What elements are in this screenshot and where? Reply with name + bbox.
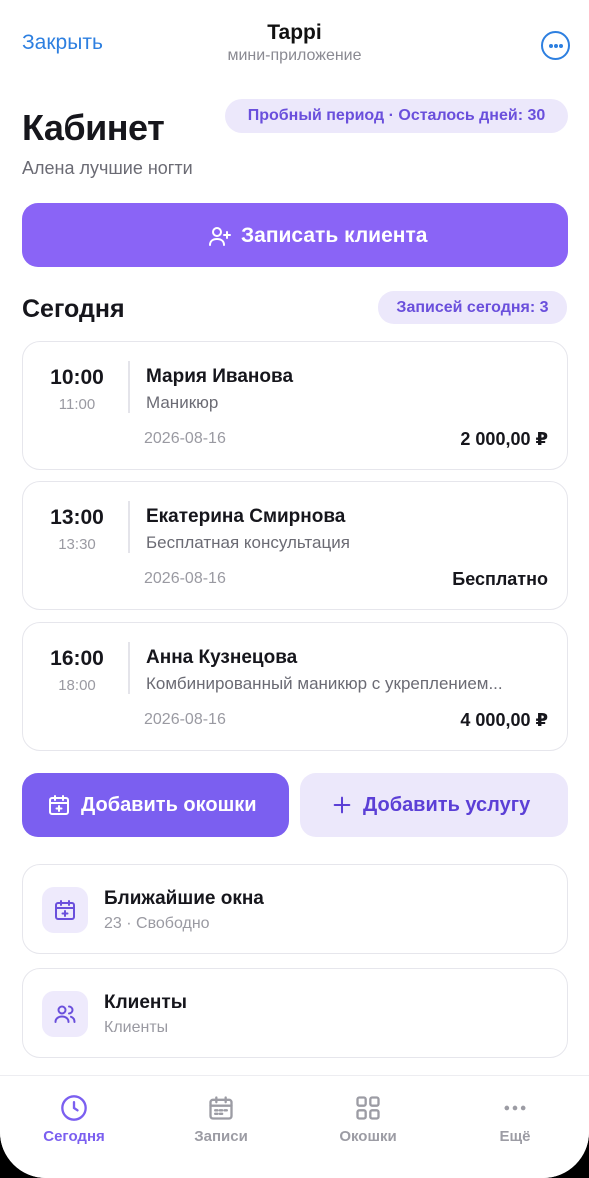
add-slots-label: Добавить окошки [81, 794, 257, 816]
add-slots-button[interactable]: Добавить окошки [22, 773, 289, 837]
tab-label: Ещё [499, 1128, 531, 1145]
section-title-today: Сегодня [22, 295, 125, 323]
user-plus-icon [209, 227, 231, 246]
client-name: Мария Иванова [146, 366, 294, 387]
grid-icon [356, 1096, 380, 1120]
appointment-card[interactable]: 10:00 11:00 Мария Иванова Маникюр 2026-0… [22, 341, 568, 470]
tab-more[interactable]: Ещё [441, 1076, 589, 1166]
users-icon [54, 1005, 76, 1023]
divider [128, 501, 130, 553]
service-name: Бесплатная консультация [146, 533, 350, 552]
appointment-date: 2026-08-16 [144, 430, 226, 447]
service-name: Маникюр [146, 393, 219, 412]
nearest-slots-card[interactable]: Ближайшие окна 23 · Свободно [22, 864, 568, 954]
tab-bar: Сегодня Записи Окошки Ещё [0, 1075, 589, 1178]
appointment-price: 4 000,00 ₽ [460, 710, 548, 730]
divider [128, 642, 130, 694]
appointment-price: Бесплатно [452, 569, 548, 589]
ellipsis-circle-icon[interactable] [541, 31, 570, 60]
tab-label: Окошки [339, 1128, 397, 1145]
plus-icon [333, 796, 351, 814]
end-time: 13:30 [58, 536, 96, 553]
card-title: Ближайшие окна [104, 888, 264, 909]
book-client-button[interactable]: Записать клиента [22, 203, 568, 267]
tab-label: Сегодня [43, 1128, 105, 1145]
tab-today[interactable]: Сегодня [0, 1076, 148, 1166]
today-count-badge: Записей сегодня: 3 [378, 291, 567, 324]
add-service-button[interactable]: Добавить услугу [300, 773, 568, 837]
card-subtitle: Клиенты [104, 1019, 169, 1036]
end-time: 18:00 [58, 677, 96, 694]
icon-box [42, 887, 88, 933]
start-time: 13:00 [50, 506, 104, 529]
calendar-icon [209, 1096, 233, 1120]
calendar-plus-icon [55, 900, 75, 920]
business-name: Алена лучшие ногти [22, 158, 193, 178]
appointment-date: 2026-08-16 [144, 570, 226, 587]
calendar-plus-icon [49, 795, 69, 815]
mini-app-screen: Закрыть Tappi мини-приложение Кабинет Пр… [0, 0, 589, 1178]
icon-box [42, 991, 88, 1037]
clients-card[interactable]: Клиенты Клиенты [22, 968, 568, 1058]
top-bar: Закрыть Tappi мини-приложение [0, 0, 589, 84]
appointment-card[interactable]: 16:00 18:00 Анна Кузнецова Комбинированн… [22, 622, 568, 751]
card-title: Клиенты [104, 992, 187, 1013]
start-time: 16:00 [50, 647, 104, 670]
page-title: Кабинет [22, 107, 165, 148]
more-horizontal-icon [504, 1105, 526, 1111]
tab-slots[interactable]: Окошки [294, 1076, 442, 1166]
appointment-date: 2026-08-16 [144, 711, 226, 728]
client-name: Екатерина Смирнова [146, 506, 346, 527]
appointment-price: 2 000,00 ₽ [460, 429, 548, 449]
end-time: 11:00 [58, 396, 96, 413]
divider [128, 361, 130, 413]
app-subtitle: мини-приложение [227, 47, 362, 64]
trial-badge: Пробный период · Осталось дней: 30 [225, 99, 568, 133]
clock-icon [61, 1095, 87, 1121]
appointment-card[interactable]: 13:00 13:30 Екатерина Смирнова Бесплатна… [22, 481, 568, 610]
tab-bookings[interactable]: Записи [147, 1076, 295, 1166]
add-service-label: Добавить услугу [363, 794, 531, 816]
card-subtitle: 23 · Свободно [104, 915, 210, 932]
tab-label: Записи [194, 1128, 248, 1145]
app-title: Tappi [267, 21, 322, 44]
book-client-label: Записать клиента [241, 224, 428, 247]
start-time: 10:00 [50, 366, 104, 389]
client-name: Анна Кузнецова [146, 647, 298, 668]
service-name: Комбинированный маникюр с укреплением... [146, 674, 503, 693]
